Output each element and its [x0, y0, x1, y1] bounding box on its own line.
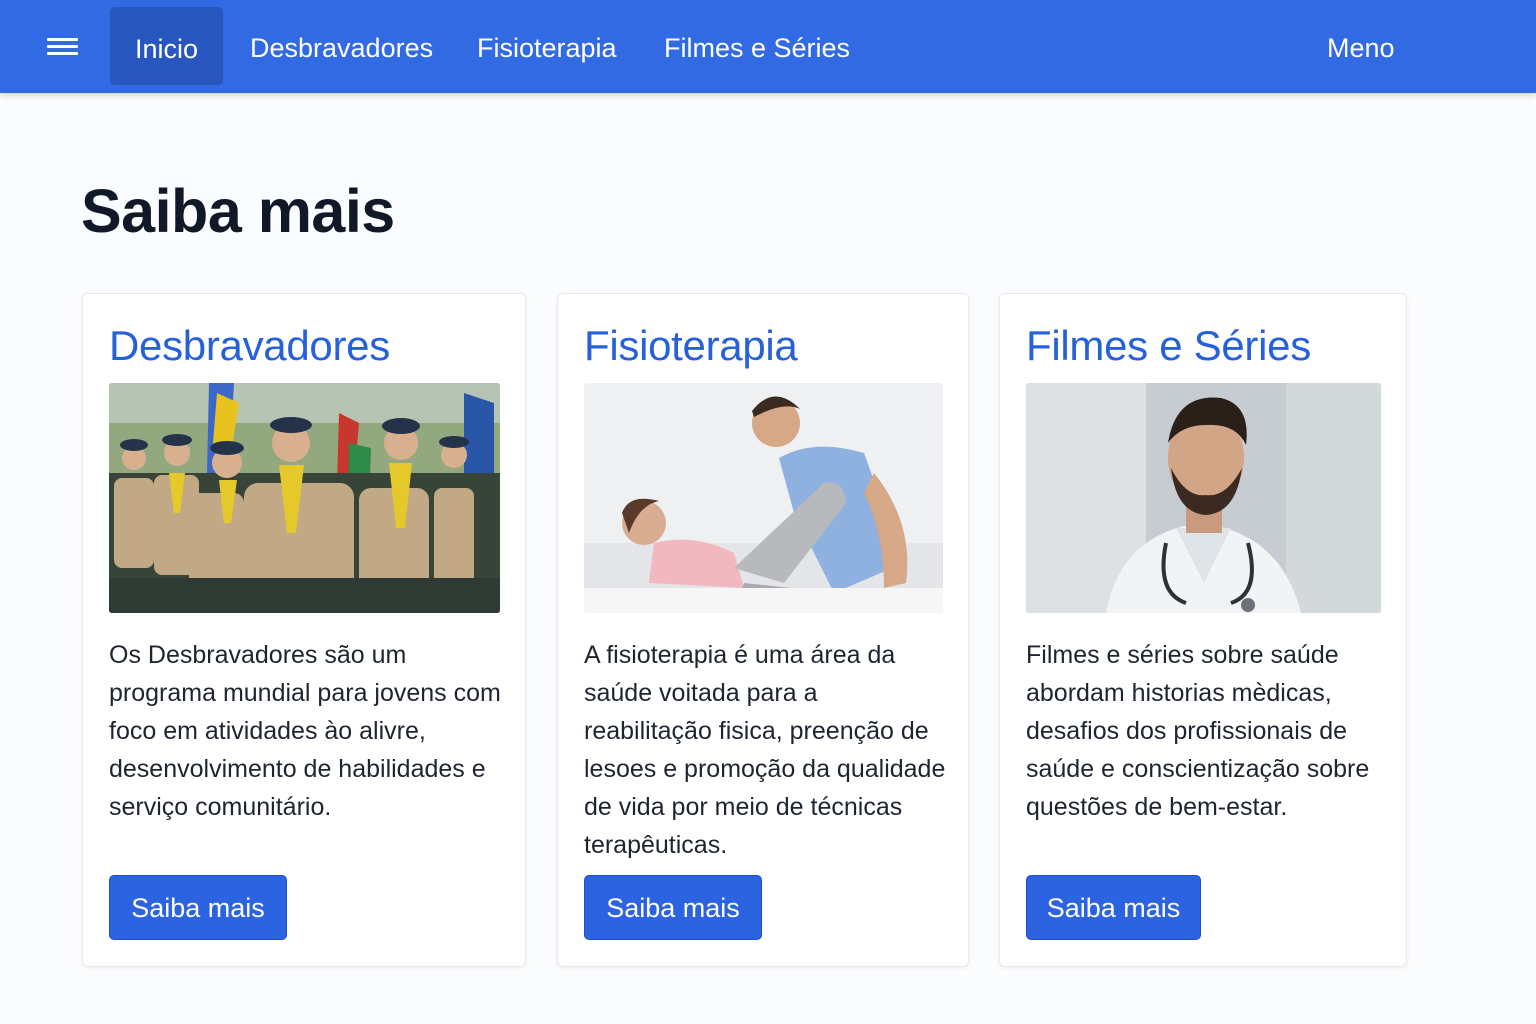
pathfinders-group-photo — [109, 383, 500, 613]
card-title[interactable]: Fisioterapia — [584, 322, 798, 370]
hamburger-icon[interactable] — [47, 36, 79, 58]
nav-item-desbravadores[interactable]: Desbravadores — [250, 0, 433, 93]
card-description: A fisioterapia é uma área da saúde voita… — [584, 641, 946, 859]
card-image — [584, 383, 943, 613]
card-image — [1026, 383, 1381, 613]
doctor-portrait-photo — [1026, 383, 1381, 613]
card-desbravadores: Desbravadores Os Desbravadores são um pr… — [82, 293, 526, 967]
nav-item-fisioterapia[interactable]: Fisioterapia — [477, 0, 617, 93]
top-navbar: Inicio Desbravadores Fisioterapia Filmes… — [0, 0, 1536, 93]
saiba-mais-button[interactable]: Saiba mais — [1026, 875, 1201, 940]
nav-menu-link[interactable]: Meno — [1327, 0, 1395, 93]
card-description: Filmes e séries sobre saúde abordam hist… — [1026, 641, 1370, 821]
card-image — [109, 383, 500, 613]
nav-item-filmes-series[interactable]: Filmes e Séries — [664, 0, 850, 93]
card-title[interactable]: Desbravadores — [109, 322, 390, 370]
card-filmes-series: Filmes e Séries Filmes e séries sobre sa… — [999, 293, 1407, 967]
saiba-mais-button[interactable]: Saiba mais — [584, 875, 762, 940]
page-title: Saiba mais — [81, 177, 395, 245]
card-title[interactable]: Filmes e Séries — [1026, 322, 1311, 370]
physiotherapy-session-photo — [584, 383, 943, 613]
nav-item-inicio[interactable]: Inicio — [110, 7, 223, 85]
card-description: Os Desbravadores são um programa mundial… — [109, 641, 501, 821]
card-fisioterapia: Fisioterapia A fisioterapia é uma área d… — [557, 293, 969, 967]
saiba-mais-button[interactable]: Saiba mais — [109, 875, 287, 940]
